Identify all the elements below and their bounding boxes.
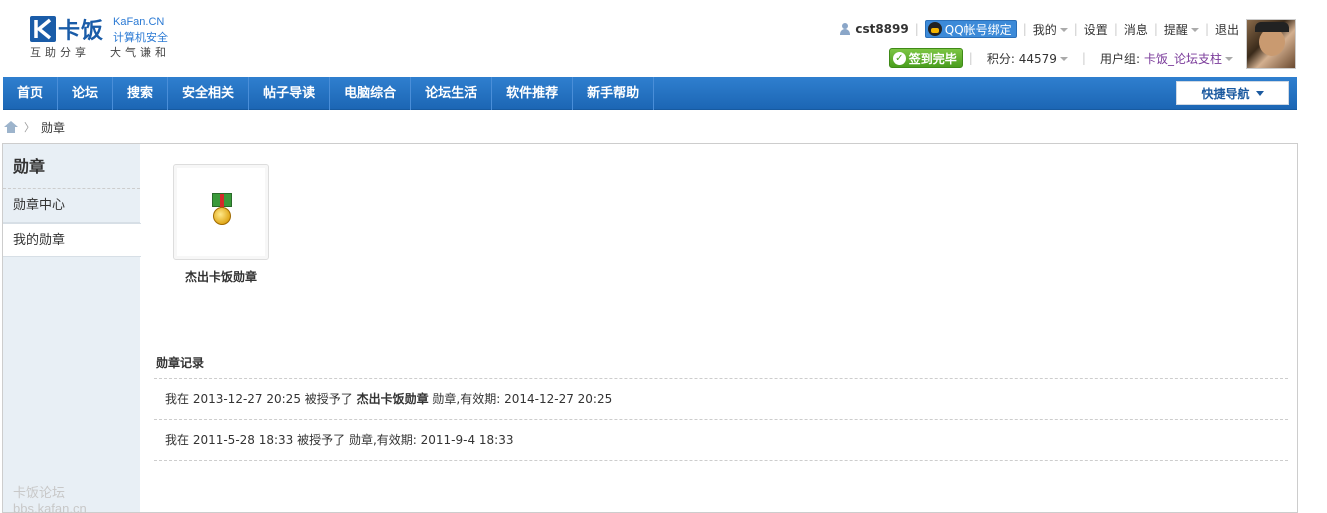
logout-link[interactable]: 退出 [1215, 21, 1239, 38]
chevron-down-icon [1225, 57, 1233, 61]
medal-ribbon [212, 193, 232, 208]
records-title: 勋章记录 [156, 356, 205, 370]
record-suffix: 勋章,有效期: 2011-9-4 18:33 [348, 433, 514, 447]
reminders-link[interactable]: 提醒 [1164, 21, 1199, 38]
qq-penguin-icon [927, 22, 942, 36]
chevron-down-icon [1059, 57, 1068, 61]
sidebar-item-medal-center[interactable]: 勋章中心 [3, 189, 140, 223]
nav-item-computer[interactable]: 电脑综合 [330, 77, 412, 110]
page: 卡饭 KaFan.CN 计算机安全 互助分享 大气谦和 cst8899 | QQ… [0, 0, 1327, 513]
medal-card[interactable] [173, 164, 269, 260]
my-menu-link[interactable]: 我的 [1033, 21, 1068, 38]
qq-bind-button[interactable]: QQ帐号绑定 [924, 20, 1017, 38]
user-status-bar: ✓ 签到完毕 | 积分: 44579 | 用户组: 卡饭_论坛支柱 [888, 47, 1233, 69]
breadcrumb-current[interactable]: 勋章 [41, 119, 65, 136]
record-row: 我在 2013-12-27 20:25 被授予了 杰出卡饭勋章 勋章,有效期: … [154, 379, 1288, 420]
chevron-down-icon [1190, 28, 1199, 32]
divider: | [1022, 22, 1027, 36]
divider: | [1081, 51, 1086, 65]
medal-name[interactable]: 杰出卡饭勋章 [160, 268, 282, 285]
watermark: 卡饭论坛 bbs.kafan.cn [13, 485, 87, 513]
signin-status-button[interactable]: ✓ 签到完毕 [888, 48, 963, 68]
points-link[interactable]: 积分: 44579 [987, 50, 1068, 67]
nav-item-software[interactable]: 软件推荐 [492, 77, 574, 110]
points-label: 积分: 44579 [986, 51, 1057, 66]
sidebar: 勋章 勋章中心 我的勋章 卡饭论坛 bbs.kafan.cn [3, 144, 141, 513]
settings-link[interactable]: 设置 [1084, 21, 1108, 38]
my-menu-label: 我的 [1032, 22, 1057, 37]
nav-item-security[interactable]: 安全相关 [168, 77, 250, 110]
medal-coin [213, 207, 231, 225]
divider: | [914, 22, 919, 36]
nav-item-guide[interactable]: 帖子导读 [249, 77, 331, 110]
check-icon: ✓ [892, 51, 906, 65]
usergroup-link[interactable]: 卡饭_论坛支柱 [1144, 50, 1233, 67]
user-icon [839, 23, 851, 35]
quick-nav-button[interactable]: 快捷导航 [1176, 81, 1289, 105]
usergroup-label: 用户组: [1099, 51, 1140, 66]
logo-slogan-left: 互助分享 [30, 46, 90, 59]
record-prefix: 我在 2011-5-28 18:33 被授予了 [165, 433, 349, 447]
logo-slogan-right: 大气谦和 [110, 46, 170, 59]
divider: | [1113, 22, 1118, 36]
chevron-down-icon [1059, 28, 1068, 32]
home-icon[interactable] [4, 121, 18, 133]
main-content: 杰出卡饭勋章 勋章记录 我在 2013-12-27 20:25 被授予了 杰出卡… [140, 144, 1297, 512]
divider: | [1073, 22, 1078, 36]
divider: | [968, 51, 973, 65]
kafan-logo-icon [30, 16, 56, 42]
record-suffix: 勋章,有效期: 2014-12-27 20:25 [428, 392, 613, 406]
avatar[interactable] [1246, 19, 1296, 69]
nav-item-help[interactable]: 新手帮助 [573, 77, 655, 110]
sidebar-title: 勋章 [3, 144, 140, 189]
divider: | [1153, 22, 1158, 36]
user-toolbar: cst8899 | QQ帐号绑定 | 我的 | 设置 | 消息 | 提醒 | 退… [839, 19, 1239, 39]
chevron-down-icon [1255, 90, 1264, 96]
sidebar-item-my-medals[interactable]: 我的勋章 [3, 223, 141, 257]
medal-icon [210, 193, 234, 229]
header: 卡饭 KaFan.CN 计算机安全 互助分享 大气谦和 cst8899 | QQ… [0, 0, 1327, 76]
records-list: 我在 2013-12-27 20:25 被授予了 杰出卡饭勋章 勋章,有效期: … [154, 378, 1288, 461]
record-medal-name: 杰出卡饭勋章 [356, 392, 429, 406]
chevron-right-icon: 〉 [24, 121, 35, 134]
nav-item-home[interactable]: 首页 [3, 77, 59, 110]
breadcrumb: 〉 勋章 [4, 118, 65, 136]
divider: | [1204, 22, 1209, 36]
main-container: 勋章 勋章中心 我的勋章 卡饭论坛 bbs.kafan.cn 杰出卡饭勋章 勋章… [2, 143, 1298, 513]
reminders-label: 提醒 [1163, 22, 1188, 37]
record-row: 我在 2011-5-28 18:33 被授予了 勋章,有效期: 2011-9-4… [154, 420, 1288, 461]
nav-item-life[interactable]: 论坛生活 [411, 77, 493, 110]
main-nav: 首页 论坛 搜索 安全相关 帖子导读 电脑综合 论坛生活 软件推荐 新手帮助 快… [3, 77, 1297, 110]
signin-status-label: 签到完毕 [908, 51, 957, 66]
username-link[interactable]: cst8899 [839, 22, 909, 36]
quick-nav-label: 快捷导航 [1201, 86, 1250, 101]
logo-main-text: 卡饭 [58, 19, 105, 44]
logo-cn-text: 计算机安全 [113, 31, 168, 44]
record-prefix: 我在 2013-12-27 20:25 被授予了 [165, 392, 357, 406]
qq-bind-label: QQ帐号绑定 [944, 22, 1012, 37]
messages-link[interactable]: 消息 [1124, 21, 1148, 38]
nav-item-forum[interactable]: 论坛 [58, 77, 114, 110]
username-text: cst8899 [855, 22, 909, 36]
logo-en-text: KaFan.CN [113, 16, 165, 28]
usergroup-value: 卡饭_论坛支柱 [1143, 51, 1222, 66]
nav-item-search[interactable]: 搜索 [113, 77, 169, 110]
site-logo[interactable]: 卡饭 KaFan.CN 计算机安全 互助分享 大气谦和 [30, 16, 175, 60]
